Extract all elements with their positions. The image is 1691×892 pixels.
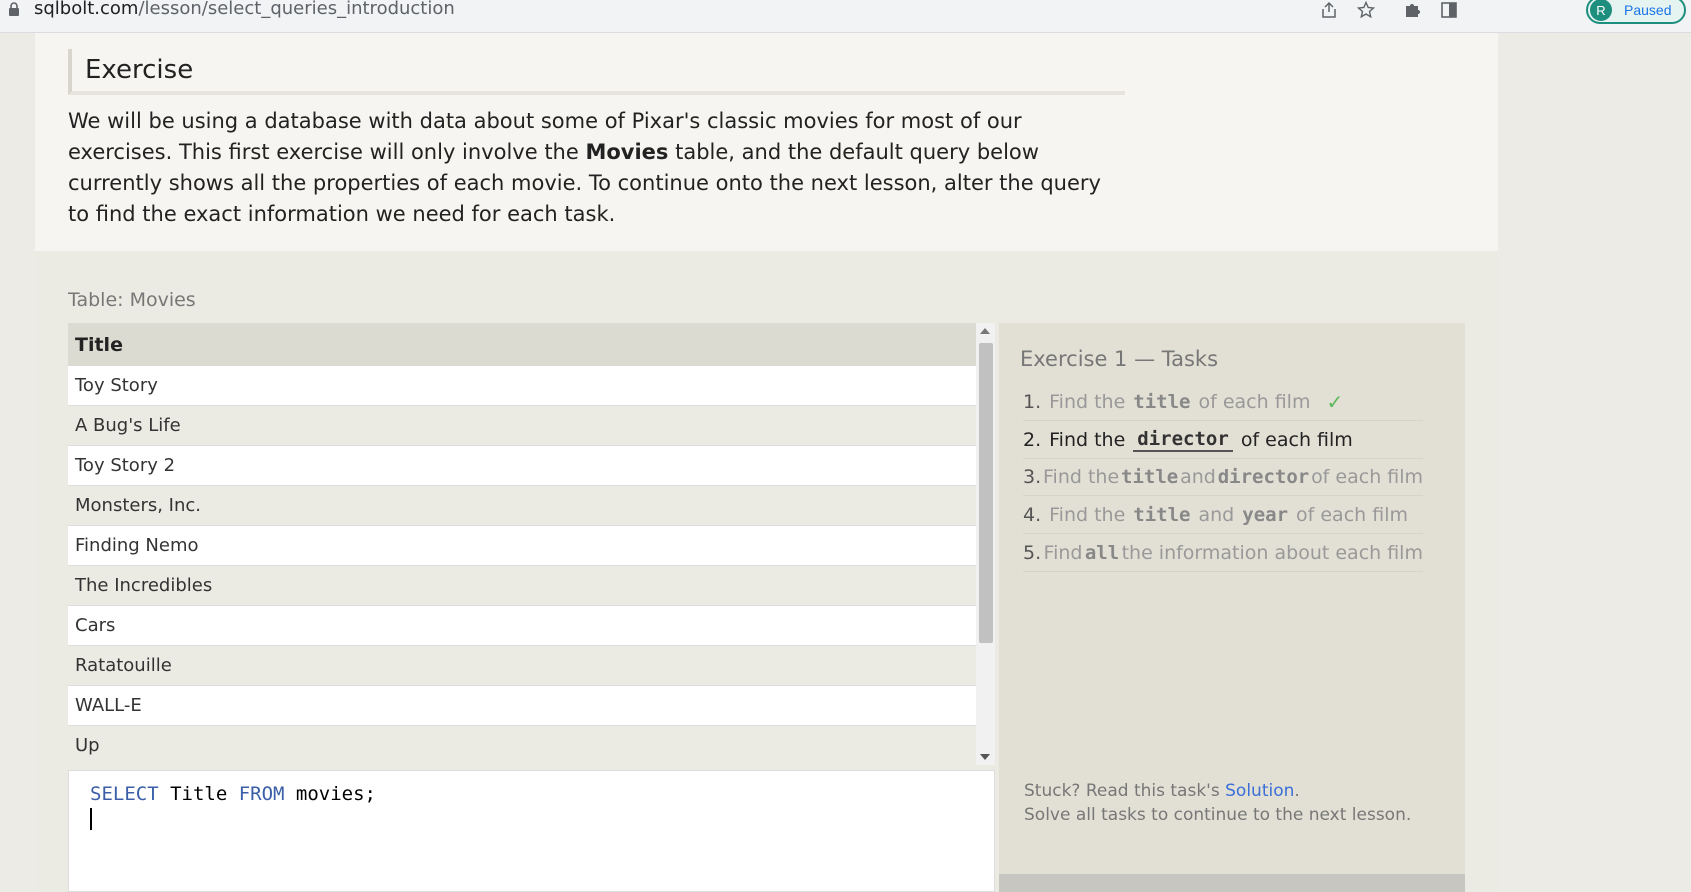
task-number: 5. — [1023, 541, 1042, 564]
exercise-area: Table: Movies Title Toy Story A Bug's Lif… — [35, 251, 1498, 892]
stuck-prefix: Stuck? Read this task's — [1024, 781, 1226, 801]
table-row: The Incredibles — [68, 566, 976, 606]
table-row: A Bug's Life — [68, 406, 976, 446]
task-code: title — [1133, 503, 1191, 526]
bookmark-star-icon[interactable] — [1354, 0, 1378, 22]
task-number: 2. — [1023, 428, 1042, 451]
tasks-title: Exercise 1 — Tasks — [1020, 347, 1219, 371]
tasks-footer: Stuck? Read this task's Solution. Solve … — [1024, 779, 1411, 827]
checkmark-icon: ✓ — [1326, 389, 1344, 414]
task-text-prefix: Find — [1043, 541, 1083, 564]
table-row: Ratatouille — [68, 646, 976, 686]
task-text-suffix: of each film — [1198, 390, 1311, 413]
table-row: Toy Story 2 — [68, 446, 976, 486]
task-number: 1. — [1023, 390, 1042, 413]
task-code: title — [1133, 390, 1191, 413]
tasks-panel: Exercise 1 — Tasks 1. Find the title of eac… — [999, 323, 1465, 892]
profile-button[interactable]: R Paused — [1586, 0, 1686, 24]
table-scrollbar[interactable] — [976, 323, 995, 765]
scroll-down-arrow-icon[interactable] — [980, 754, 990, 760]
url-host: sqlbolt.com — [34, 0, 139, 19]
text-cursor — [90, 808, 92, 830]
task-text-suffix: of each film — [1311, 465, 1424, 488]
right-gutter — [1498, 33, 1691, 892]
lock-icon — [9, 2, 19, 16]
keyword-from: FROM — [238, 783, 285, 805]
exercise-heading: Exercise — [68, 49, 1125, 95]
task-text-prefix: Find the — [1049, 503, 1126, 526]
task-code: director — [1217, 465, 1310, 488]
table-row: Up — [68, 726, 976, 765]
task-item-4: 4. Find the title and year of each film — [1023, 496, 1423, 534]
task-text-and: and — [1180, 465, 1216, 488]
task-text-prefix: Find the — [1049, 428, 1126, 451]
continue-note: Solve all tasks to continue to the next … — [1024, 805, 1412, 825]
task-text-suffix: the information about each film — [1121, 541, 1423, 564]
lesson-content: Exercise We will be using a database wit… — [35, 33, 1498, 892]
task-code: year — [1242, 503, 1289, 526]
table-row: Monsters, Inc. — [68, 486, 976, 526]
table-label: Table: Movies — [68, 289, 196, 311]
browser-toolbar: sqlbolt.com/lesson/select_queries_introd… — [0, 0, 1691, 33]
task-item-1: 1. Find the title of each film ✓ — [1023, 383, 1423, 421]
solution-link[interactable]: Solution — [1225, 781, 1294, 801]
intro-movies-bold: Movies — [585, 140, 669, 164]
sql-query-editor[interactable]: SELECT Title FROM movies; — [68, 770, 995, 892]
task-code: title — [1121, 465, 1179, 488]
side-panel-icon[interactable] — [1437, 0, 1461, 22]
task-item-2: 2. Find the director of each film — [1023, 421, 1423, 459]
table-row: WALL-E — [68, 686, 976, 726]
tasks-bottom-bar — [999, 874, 1465, 892]
address-bar[interactable]: sqlbolt.com/lesson/select_queries_introd… — [34, 0, 455, 19]
exercise-intro: We will be using a database with data ab… — [68, 106, 1128, 230]
task-code: all — [1084, 541, 1120, 564]
task-text-prefix: Find the — [1043, 465, 1120, 488]
query-columns: Title — [158, 783, 239, 805]
profile-status: Paused — [1624, 2, 1672, 18]
extensions-puzzle-icon[interactable] — [1400, 0, 1424, 22]
table-row: Toy Story — [68, 366, 976, 406]
stuck-suffix: . — [1294, 781, 1300, 801]
task-text-suffix: of each film — [1296, 503, 1408, 526]
scrollbar-thumb[interactable] — [979, 343, 993, 643]
task-text-and: and — [1198, 503, 1235, 526]
task-number: 3. — [1023, 465, 1042, 488]
scroll-up-arrow-icon[interactable] — [980, 328, 990, 334]
movies-table: Title Toy Story A Bug's Life Toy Story 2 Mo… — [68, 323, 976, 765]
column-header-title: Title — [68, 323, 976, 366]
task-item-5: 5. Find all the information about each film — [1023, 534, 1423, 572]
query-table: movies; — [284, 783, 376, 805]
task-text-prefix: Find the — [1049, 390, 1126, 413]
exercise-heading-text: Exercise — [85, 55, 194, 85]
task-number: 4. — [1023, 503, 1042, 526]
task-text-suffix: of each film — [1240, 428, 1353, 451]
task-item-3: 3. Find the title and director of each film — [1023, 458, 1423, 496]
table-row: Cars — [68, 606, 976, 646]
task-code: director — [1133, 428, 1233, 452]
url-path: /lesson/select_queries_introduction — [138, 0, 455, 19]
query-code[interactable]: SELECT Title FROM movies; — [90, 783, 376, 805]
avatar: R — [1590, 0, 1612, 21]
table-row: Finding Nemo — [68, 526, 976, 566]
keyword-select: SELECT — [90, 783, 159, 805]
share-icon[interactable] — [1317, 0, 1341, 22]
